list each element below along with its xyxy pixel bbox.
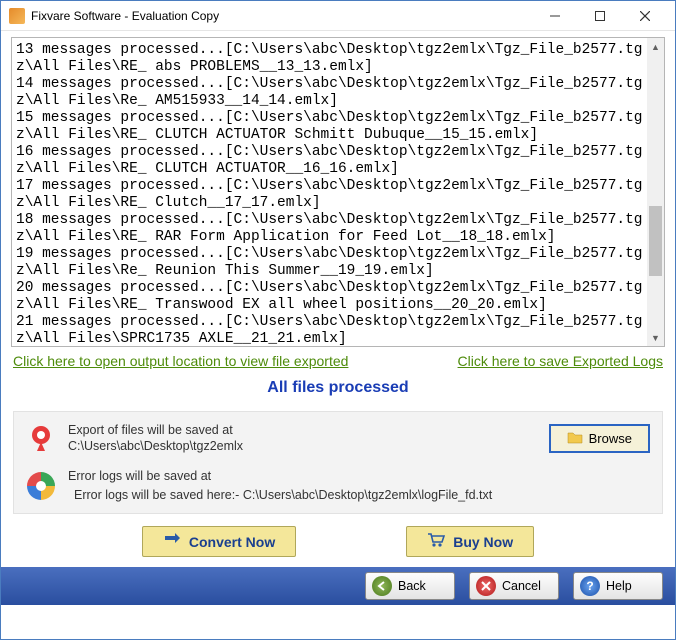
folder-icon bbox=[567, 430, 583, 447]
log-line: 14 messages processed...[C:\Users\abc\De… bbox=[16, 76, 646, 110]
open-output-link[interactable]: Click here to open output location to vi… bbox=[13, 353, 348, 369]
maximize-button[interactable] bbox=[577, 2, 622, 30]
export-location-text: Export of files will be saved at C:\User… bbox=[68, 422, 537, 454]
close-button[interactable] bbox=[622, 2, 667, 30]
save-logs-link[interactable]: Click here to save Exported Logs bbox=[458, 353, 663, 369]
log-output[interactable]: 13 messages processed...[C:\Users\abc\De… bbox=[11, 37, 665, 347]
log-line: 16 messages processed...[C:\Users\abc\De… bbox=[16, 144, 646, 178]
errorlog-text: Error logs will be saved at Error logs w… bbox=[68, 468, 650, 503]
browse-button[interactable]: Browse bbox=[549, 424, 650, 453]
cancel-x-icon bbox=[476, 576, 496, 596]
back-arrow-icon bbox=[372, 576, 392, 596]
log-line: 13 messages processed...[C:\Users\abc\De… bbox=[16, 42, 646, 76]
scroll-thumb[interactable] bbox=[649, 206, 662, 276]
help-question-icon: ? bbox=[580, 576, 600, 596]
log-scrollbar[interactable]: ▲ ▼ bbox=[647, 38, 664, 346]
log-line: 19 messages processed...[C:\Users\abc\De… bbox=[16, 246, 646, 280]
app-icon bbox=[9, 8, 25, 24]
minimize-button[interactable] bbox=[532, 2, 577, 30]
help-button[interactable]: ? Help bbox=[573, 572, 663, 600]
cart-icon bbox=[427, 532, 445, 551]
cancel-button[interactable]: Cancel bbox=[469, 572, 559, 600]
log-line: 15 messages processed...[C:\Users\abc\De… bbox=[16, 110, 646, 144]
log-line: 21 messages processed...[C:\Users\abc\De… bbox=[16, 314, 646, 347]
scroll-down-icon[interactable]: ▼ bbox=[647, 329, 664, 346]
log-line: 20 messages processed...[C:\Users\abc\De… bbox=[16, 280, 646, 314]
convert-now-button[interactable]: Convert Now bbox=[142, 526, 296, 557]
scroll-up-icon[interactable]: ▲ bbox=[647, 38, 664, 55]
back-button[interactable]: Back bbox=[365, 572, 455, 600]
buy-now-button[interactable]: Buy Now bbox=[406, 526, 534, 557]
log-line: 18 messages processed...[C:\Users\abc\De… bbox=[16, 212, 646, 246]
location-pin-icon bbox=[26, 423, 56, 453]
pie-icon bbox=[26, 471, 56, 501]
convert-icon bbox=[163, 532, 181, 551]
titlebar: Fixvare Software - Evaluation Copy bbox=[1, 1, 675, 31]
window-title: Fixvare Software - Evaluation Copy bbox=[31, 9, 532, 23]
footer-bar: Back Cancel ? Help bbox=[1, 567, 675, 605]
log-line: 17 messages processed...[C:\Users\abc\De… bbox=[16, 178, 646, 212]
status-label: All files processed bbox=[11, 371, 665, 411]
